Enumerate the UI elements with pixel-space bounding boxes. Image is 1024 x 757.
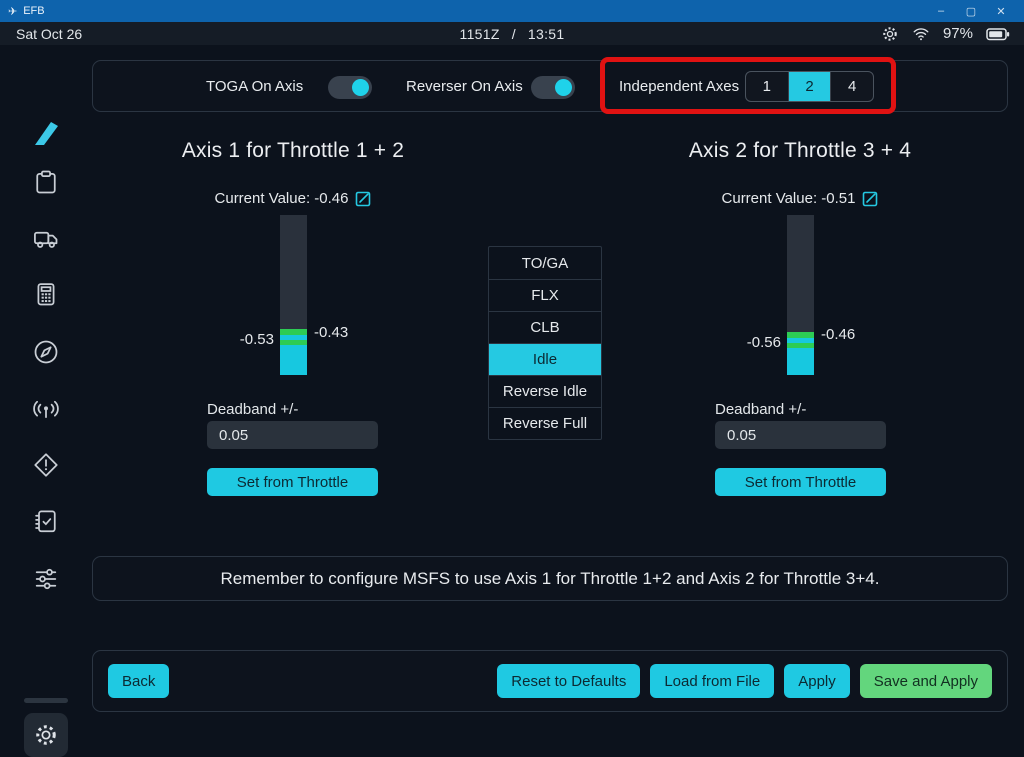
axis1-set-from-throttle-button[interactable]: Set from Throttle <box>207 468 378 496</box>
axes-option[interactable]: 2 <box>789 72 832 101</box>
axis2-slider-bar[interactable] <box>787 215 814 375</box>
close-button[interactable]: ✕ <box>986 5 1016 18</box>
minimize-button[interactable]: – <box>926 5 956 17</box>
wifi-icon <box>912 25 930 43</box>
checklist-icon[interactable] <box>32 507 60 535</box>
toga-on-axis-toggle[interactable] <box>328 76 372 99</box>
status-bar: Sat Oct 26 1151Z / 13:51 97% <box>0 22 1024 45</box>
axis1-slider-bar[interactable] <box>280 215 307 375</box>
battery-percent: 97% <box>943 25 973 42</box>
axis1-high-label: -0.43 <box>314 324 378 341</box>
window-titlebar: ✈ EFB – ▢ ✕ <box>0 0 1024 22</box>
info-panel: Remember to configure MSFS to use Axis 1… <box>92 556 1008 601</box>
warning-diamond-icon[interactable] <box>32 451 60 479</box>
detent-list: TO/GA FLX CLB Idle Reverse Idle Reverse … <box>488 246 602 440</box>
axis2-current-value-text: Current Value: -0.51 <box>722 190 856 207</box>
local-time: 13:51 <box>528 26 565 42</box>
back-button[interactable]: Back <box>108 664 169 698</box>
time-separator: / <box>512 26 516 42</box>
settings-gear-icon[interactable] <box>881 25 899 43</box>
reverser-on-axis-toggle[interactable] <box>531 76 575 99</box>
bar-fill <box>787 348 814 375</box>
utc-time: 1151Z <box>460 26 500 42</box>
maximize-button[interactable]: ▢ <box>956 5 986 18</box>
app-icon: ✈ <box>8 5 17 18</box>
independent-axes-label: Independent Axes <box>619 78 739 95</box>
calculator-icon[interactable] <box>32 280 60 308</box>
axis1-current-value: Current Value: -0.46 <box>93 190 493 207</box>
bar-fill <box>280 345 307 375</box>
battery-icon <box>986 25 1010 43</box>
sliders-icon[interactable] <box>32 565 60 593</box>
gear-icon <box>33 722 59 748</box>
sidebar-item-settings[interactable] <box>24 713 68 757</box>
detent-item[interactable]: FLX <box>489 279 601 311</box>
axis1-deadband-input[interactable] <box>207 421 378 449</box>
toggle-knob <box>555 79 572 96</box>
axis2-current-value: Current Value: -0.51 <box>600 190 1000 207</box>
fenix-wing-logo-icon[interactable] <box>30 117 62 149</box>
independent-axes-selector: 1 2 4 <box>745 71 874 102</box>
status-clock: 1151Z / 13:51 <box>220 26 804 42</box>
axis1-current-value-text: Current Value: -0.46 <box>215 190 349 207</box>
detent-item[interactable]: Idle <box>489 343 601 375</box>
sidebar-divider <box>24 698 68 703</box>
info-message: Remember to configure MSFS to use Axis 1… <box>221 569 880 589</box>
detent-item[interactable]: Reverse Idle <box>489 375 601 407</box>
reset-to-defaults-button[interactable]: Reset to Defaults <box>497 664 640 698</box>
axes-option[interactable]: 1 <box>746 72 789 101</box>
apply-button[interactable]: Apply <box>784 664 850 698</box>
compass-icon[interactable] <box>32 338 60 366</box>
reverser-on-axis-label: Reverser On Axis <box>406 78 523 95</box>
axis2-title: Axis 2 for Throttle 3 + 4 <box>600 139 1000 163</box>
detent-item[interactable]: TO/GA <box>489 247 601 279</box>
axis2-high-label: -0.46 <box>821 326 885 343</box>
axis2-deadband-input[interactable] <box>715 421 886 449</box>
load-from-file-button[interactable]: Load from File <box>650 664 774 698</box>
sidebar <box>0 45 92 733</box>
axis1-deadband-label: Deadband +/- <box>207 401 298 418</box>
toga-on-axis-label: TOGA On Axis <box>206 78 303 95</box>
detent-item[interactable]: CLB <box>489 311 601 343</box>
status-date: Sat Oct 26 <box>0 26 220 42</box>
save-and-apply-button[interactable]: Save and Apply <box>860 664 992 698</box>
edit-icon[interactable] <box>355 191 371 207</box>
truck-icon[interactable] <box>32 224 60 252</box>
axis1-low-label: -0.53 <box>210 331 274 348</box>
clipboard-icon[interactable] <box>32 168 60 196</box>
axis1-title: Axis 1 for Throttle 1 + 2 <box>93 139 493 163</box>
edit-icon[interactable] <box>862 191 878 207</box>
footer-panel: Back Reset to Defaults Load from File Ap… <box>92 650 1008 712</box>
axis2-set-from-throttle-button[interactable]: Set from Throttle <box>715 468 886 496</box>
detent-item[interactable]: Reverse Full <box>489 407 601 439</box>
window-title: EFB <box>23 5 44 17</box>
axis2-deadband-label: Deadband +/- <box>715 401 806 418</box>
toggle-knob <box>352 79 369 96</box>
options-panel: TOGA On Axis Reverser On Axis Independen… <box>92 60 1008 112</box>
axis2-low-label: -0.56 <box>717 334 781 351</box>
radio-tower-icon[interactable] <box>32 395 60 423</box>
axes-option[interactable]: 4 <box>831 72 873 101</box>
